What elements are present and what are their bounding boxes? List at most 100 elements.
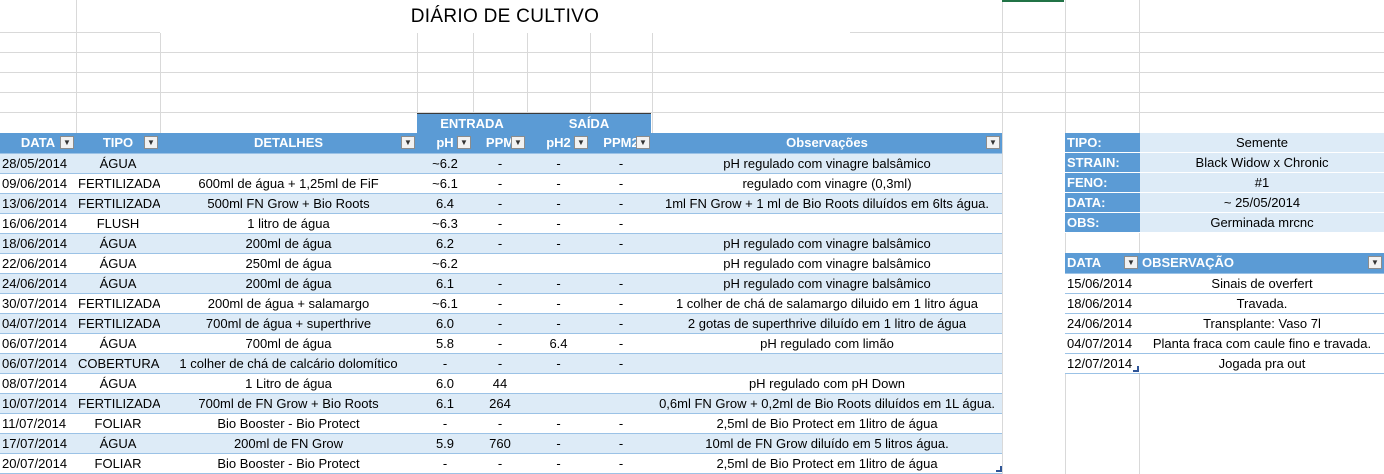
dropdown-arrow-icon[interactable]: ▼ <box>144 136 158 149</box>
table-cell[interactable]: ÁGUA <box>76 233 160 254</box>
table-cell[interactable]: pH regulado com limão <box>652 333 1002 354</box>
table-cell[interactable]: FOLIAR <box>76 453 160 474</box>
table-cell[interactable]: pH regulado com vinagre balsâmico <box>652 253 1002 274</box>
table-cell[interactable]: Bio Booster - Bio Protect <box>160 413 417 434</box>
table-cell[interactable]: 15/06/2014 <box>1065 273 1140 294</box>
table-cell[interactable]: ~6.2 <box>417 153 473 174</box>
table-cell[interactable]: FERTILIZADA <box>76 293 160 314</box>
table-cell[interactable]: 6.2 <box>417 233 473 254</box>
table-cell[interactable]: ÁGUA <box>76 253 160 274</box>
table-cell[interactable]: 09/06/2014 <box>0 173 76 194</box>
table-cell[interactable]: 1 colher de chá de calcário dolomítico <box>160 353 417 374</box>
table-cell[interactable]: 10/07/2014 <box>0 393 76 414</box>
table-cell[interactable]: 1 colher de chá de salamargo diluido em … <box>652 293 1002 314</box>
table-cell[interactable]: 16/06/2014 <box>0 213 76 234</box>
table-cell[interactable]: FLUSH <box>76 213 160 234</box>
table-cell[interactable]: 700ml de água + superthrive <box>160 313 417 334</box>
table-cell[interactable]: ~6.1 <box>417 173 473 194</box>
table-cell[interactable]: - <box>590 293 652 314</box>
info-value[interactable]: Germinada mrcnc <box>1140 212 1384 233</box>
table-cell[interactable]: 11/07/2014 <box>0 413 76 434</box>
table-cell[interactable] <box>473 253 527 274</box>
table-cell[interactable]: - <box>590 433 652 454</box>
dropdown-arrow-icon[interactable]: ▼ <box>574 136 588 149</box>
table-cell[interactable]: - <box>473 213 527 234</box>
table-cell[interactable]: - <box>590 233 652 254</box>
info-value[interactable]: Black Widow x Chronic <box>1140 152 1384 173</box>
table-cell[interactable]: FOLIAR <box>76 413 160 434</box>
table-cell[interactable]: - <box>590 353 652 374</box>
table-cell[interactable]: 6.0 <box>417 373 473 394</box>
table-cell[interactable]: regulado com vinagre (0,3ml) <box>652 173 1002 194</box>
table-cell[interactable]: Sinais de overfert <box>1140 273 1384 294</box>
table-cell[interactable]: 2,5ml de Bio Protect em 1litro de água <box>652 413 1002 434</box>
table-cell[interactable]: 2 gotas de superthrive diluído em 1 litr… <box>652 313 1002 334</box>
dropdown-arrow-icon[interactable]: ▼ <box>986 136 1000 149</box>
table-cell[interactable]: FERTILIZADA <box>76 313 160 334</box>
table-cell[interactable] <box>652 353 1002 374</box>
table-cell[interactable]: 2,5ml de Bio Protect em 1litro de água <box>652 453 1002 474</box>
table-cell[interactable]: 06/07/2014 <box>0 333 76 354</box>
table-cell[interactable]: 44 <box>473 373 527 394</box>
table-cell[interactable]: - <box>590 313 652 334</box>
table-cell[interactable]: Bio Booster - Bio Protect <box>160 453 417 474</box>
main-table-resize-handle[interactable] <box>996 466 1002 472</box>
table-cell[interactable]: 600ml de água + 1,25ml de FiF <box>160 173 417 194</box>
info-value[interactable]: #1 <box>1140 172 1384 193</box>
table-cell[interactable]: 1 Litro de água <box>160 373 417 394</box>
table-cell[interactable]: - <box>473 413 527 434</box>
table-cell[interactable]: - <box>590 213 652 234</box>
table-cell[interactable]: 200ml de água <box>160 273 417 294</box>
table-cell[interactable]: pH regulado com vinagre balsâmico <box>652 273 1002 294</box>
table-cell[interactable] <box>652 213 1002 234</box>
table-cell[interactable]: FERTILIZADA <box>76 393 160 414</box>
table-cell[interactable] <box>527 373 590 394</box>
dropdown-arrow-icon[interactable]: ▼ <box>457 136 471 149</box>
table-cell[interactable]: - <box>527 233 590 254</box>
table-cell[interactable]: - <box>527 433 590 454</box>
table-cell[interactable]: ÁGUA <box>76 153 160 174</box>
table-cell[interactable]: 6.4 <box>417 193 473 214</box>
header-cell[interactable]: OBSERVAÇÃO ▼ <box>1140 253 1384 274</box>
table-cell[interactable]: 13/06/2014 <box>0 193 76 214</box>
table-cell[interactable]: - <box>527 213 590 234</box>
table-cell[interactable]: 1ml FN Grow + 1 ml de Bio Roots diluídos… <box>652 193 1002 214</box>
table-cell[interactable]: - <box>473 293 527 314</box>
table-cell[interactable] <box>590 393 652 414</box>
table-cell[interactable]: 20/07/2014 <box>0 453 76 474</box>
info-value[interactable]: ~ 25/05/2014 <box>1140 192 1384 213</box>
table-cell[interactable]: - <box>417 353 473 374</box>
table-cell[interactable]: - <box>473 313 527 334</box>
table-cell[interactable]: 06/07/2014 <box>0 353 76 374</box>
table-cell[interactable]: 08/07/2014 <box>0 373 76 394</box>
dropdown-arrow-icon[interactable]: ▼ <box>636 136 650 149</box>
table-cell[interactable]: 18/06/2014 <box>0 233 76 254</box>
table-cell[interactable]: ÁGUA <box>76 433 160 454</box>
header-cell[interactable]: DETALHES ▼ <box>160 133 417 154</box>
table-cell[interactable]: 04/07/2014 <box>0 313 76 334</box>
dropdown-arrow-icon[interactable]: ▼ <box>1124 256 1138 269</box>
table-cell[interactable]: - <box>590 173 652 194</box>
table-cell[interactable]: 28/05/2014 <box>0 153 76 174</box>
table-cell[interactable]: - <box>590 453 652 474</box>
table-cell[interactable]: 250ml de água <box>160 253 417 274</box>
table-cell[interactable]: 200ml de água + salamargo <box>160 293 417 314</box>
table-cell[interactable] <box>160 153 417 174</box>
dropdown-arrow-icon[interactable]: ▼ <box>511 136 525 149</box>
table-cell[interactable]: ~6.1 <box>417 293 473 314</box>
table-cell[interactable]: ÁGUA <box>76 333 160 354</box>
table-cell[interactable]: - <box>473 333 527 354</box>
table-cell[interactable]: - <box>473 193 527 214</box>
table-cell[interactable]: 6.1 <box>417 273 473 294</box>
table-cell[interactable]: 0,6ml FN Grow + 0,2ml de Bio Roots diluí… <box>652 393 1002 414</box>
table-cell[interactable] <box>527 393 590 414</box>
table-cell[interactable]: 700ml de água <box>160 333 417 354</box>
table-cell[interactable]: - <box>473 353 527 374</box>
table-cell[interactable] <box>590 373 652 394</box>
table-cell[interactable]: - <box>527 313 590 334</box>
table-cell[interactable]: - <box>527 353 590 374</box>
table-cell[interactable]: - <box>590 193 652 214</box>
header-cell[interactable]: Observações ▼ <box>652 133 1002 154</box>
dropdown-arrow-icon[interactable]: ▼ <box>1368 256 1382 269</box>
header-cell[interactable]: pH ▼ <box>417 133 473 154</box>
